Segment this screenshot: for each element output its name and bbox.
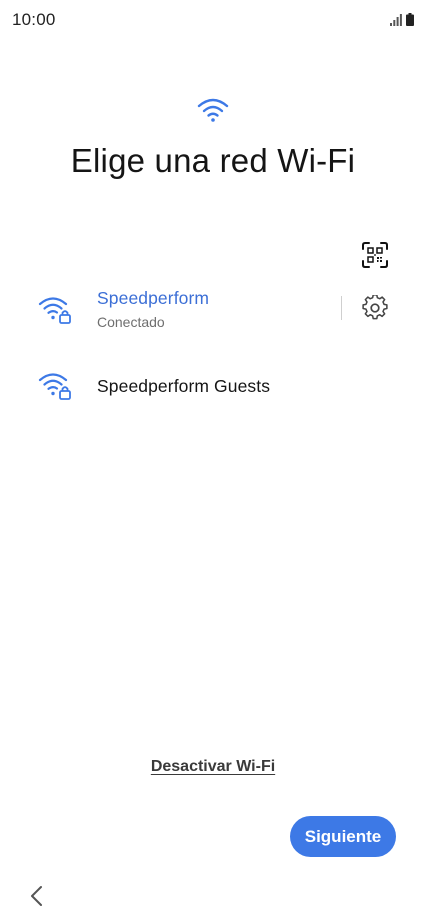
network-item-speedperform-guests[interactable]: Speedperform Guests: [0, 354, 426, 418]
disable-wifi-link[interactable]: Desactivar Wi-Fi: [0, 758, 426, 776]
divider: [341, 296, 342, 320]
wifi-setup-screen: 10:00 Elige una red Wi-Fi Speedperform C…: [0, 0, 426, 923]
status-time: 10:00: [12, 10, 56, 29]
battery-icon: [406, 13, 414, 26]
network-settings-button[interactable]: [361, 294, 389, 322]
qr-code-scan-icon: [362, 242, 388, 268]
network-status: Conectado: [97, 314, 165, 330]
qr-scan-button[interactable]: [360, 240, 390, 270]
status-icons: [390, 12, 414, 26]
network-name: Speedperform Guests: [97, 376, 271, 396]
back-button[interactable]: [26, 884, 46, 908]
network-item-speedperform[interactable]: Speedperform Conectado: [0, 276, 426, 340]
next-button[interactable]: Siguiente: [290, 816, 396, 857]
signal-icon: [390, 14, 402, 26]
chevron-left-icon: [31, 886, 42, 906]
wifi-lock-icon: [38, 297, 71, 324]
page-title: Elige una red Wi-Fi: [70, 142, 356, 179]
wifi-icon: [197, 98, 229, 122]
network-name: Speedperform: [97, 288, 210, 308]
wifi-lock-icon: [38, 373, 71, 400]
gear-icon: [362, 295, 388, 320]
status-bar: 10:00: [0, 0, 426, 40]
